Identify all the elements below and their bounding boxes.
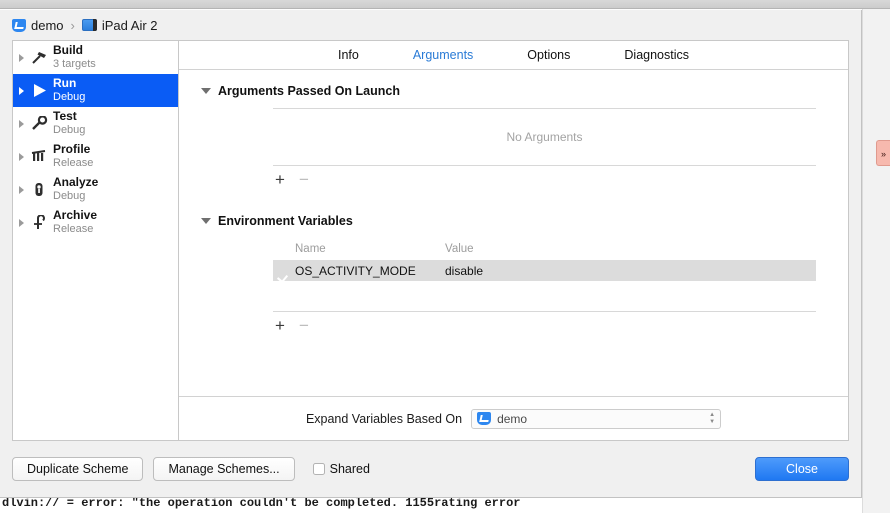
row-value-cell[interactable]: disable bbox=[445, 264, 483, 278]
environment-section-title: Environment Variables bbox=[218, 214, 353, 228]
remove-environment-variable-button[interactable]: − bbox=[299, 317, 309, 334]
disclosure-triangle-icon[interactable] bbox=[19, 186, 24, 194]
chevron-up-down-icon: ▲▼ bbox=[709, 413, 715, 425]
disclosure-triangle-down-icon[interactable] bbox=[201, 218, 211, 224]
tab-arguments[interactable]: Arguments bbox=[413, 48, 473, 62]
background-console-line: dlvin:// = error: "the operation couldn'… bbox=[0, 498, 862, 513]
breadcrumb-separator-icon: › bbox=[71, 18, 75, 33]
tab-bar: Info Arguments Options Diagnostics bbox=[179, 41, 848, 70]
environment-section-header[interactable]: Environment Variables bbox=[179, 214, 848, 228]
microscope-icon bbox=[29, 182, 49, 197]
ipad-icon bbox=[82, 19, 97, 31]
environment-table-controls: + − bbox=[273, 312, 816, 338]
arguments-table-controls: + − bbox=[273, 166, 816, 192]
sidebar-item-subtitle: Release bbox=[53, 223, 97, 236]
sidebar-item-title: Build bbox=[53, 44, 96, 58]
dialog-footer: Duplicate Scheme Manage Schemes... Share… bbox=[0, 441, 861, 497]
remove-argument-button[interactable]: − bbox=[299, 171, 309, 188]
environment-table-header: Name Value bbox=[273, 238, 816, 260]
expand-variables-dropdown[interactable]: demo ▲▼ bbox=[471, 409, 721, 429]
scheme-actions-sidebar: Build 3 targets Run Debug bbox=[12, 40, 178, 441]
background-notification-tab[interactable]: » bbox=[876, 140, 890, 166]
sidebar-item-subtitle: Debug bbox=[53, 124, 85, 137]
expand-variables-selected-value: demo bbox=[497, 412, 527, 426]
tab-info[interactable]: Info bbox=[338, 48, 359, 62]
shared-label: Shared bbox=[330, 462, 370, 476]
wrench-icon bbox=[29, 116, 49, 131]
scheme-editor-dialog: demo › iPad Air 2 Build 3 targets bbox=[0, 10, 862, 498]
arguments-empty-message: No Arguments bbox=[273, 109, 816, 165]
row-name-cell[interactable]: OS_ACTIVITY_MODE bbox=[295, 264, 445, 278]
add-argument-button[interactable]: + bbox=[275, 171, 285, 188]
tab-options[interactable]: Options bbox=[527, 48, 570, 62]
content-panel: Info Arguments Options Diagnostics Argum… bbox=[178, 40, 849, 441]
shared-checkbox-group[interactable]: Shared bbox=[313, 462, 370, 476]
column-header-value: Value bbox=[445, 243, 474, 255]
shield-icon bbox=[12, 19, 26, 32]
gauge-icon bbox=[29, 149, 49, 164]
disclosure-triangle-down-icon[interactable] bbox=[201, 88, 211, 94]
background-right-strip bbox=[862, 9, 890, 513]
sidebar-item-subtitle: 3 targets bbox=[53, 58, 96, 71]
expand-variables-bar: Expand Variables Based On demo ▲▼ bbox=[179, 396, 848, 440]
close-button[interactable]: Close bbox=[755, 457, 849, 481]
manage-schemes-button[interactable]: Manage Schemes... bbox=[153, 457, 294, 481]
archive-icon bbox=[29, 215, 49, 230]
breadcrumb-device-label: iPad Air 2 bbox=[102, 18, 158, 33]
sidebar-item-subtitle: Release bbox=[53, 157, 93, 170]
expand-variables-label: Expand Variables Based On bbox=[306, 412, 462, 426]
arguments-section-title: Arguments Passed On Launch bbox=[218, 84, 400, 98]
breadcrumb-scheme[interactable]: demo bbox=[12, 18, 64, 33]
sidebar-item-archive[interactable]: Archive Release bbox=[13, 206, 178, 239]
sidebar-item-title: Run bbox=[53, 77, 85, 91]
checkbox-unchecked-icon[interactable] bbox=[313, 463, 325, 475]
disclosure-triangle-icon[interactable] bbox=[19, 153, 24, 161]
column-header-name: Name bbox=[295, 243, 445, 255]
sidebar-item-build[interactable]: Build 3 targets bbox=[13, 41, 178, 74]
sidebar-item-profile[interactable]: Profile Release bbox=[13, 140, 178, 173]
background-title-bar bbox=[0, 0, 890, 9]
arguments-section-header[interactable]: Arguments Passed On Launch bbox=[179, 84, 848, 98]
environment-table: Name Value OS_ACTIVITY_MODE disable + bbox=[273, 238, 816, 338]
breadcrumb: demo › iPad Air 2 bbox=[0, 10, 861, 40]
breadcrumb-scheme-label: demo bbox=[31, 18, 64, 33]
sidebar-item-title: Test bbox=[53, 110, 85, 124]
duplicate-scheme-button[interactable]: Duplicate Scheme bbox=[12, 457, 143, 481]
add-environment-variable-button[interactable]: + bbox=[275, 317, 285, 334]
dialog-body: Build 3 targets Run Debug bbox=[0, 40, 861, 441]
sidebar-item-analyze[interactable]: Analyze Debug bbox=[13, 173, 178, 206]
arguments-scroll-area: Arguments Passed On Launch No Arguments … bbox=[179, 70, 848, 396]
disclosure-triangle-icon[interactable] bbox=[19, 87, 24, 95]
table-row[interactable]: OS_ACTIVITY_MODE disable bbox=[273, 260, 816, 281]
sidebar-item-title: Profile bbox=[53, 143, 93, 157]
sidebar-item-subtitle: Debug bbox=[53, 91, 85, 104]
table-empty-space bbox=[273, 281, 816, 311]
sidebar-item-test[interactable]: Test Debug bbox=[13, 107, 178, 140]
hammer-icon bbox=[29, 50, 49, 65]
shield-icon bbox=[477, 412, 491, 425]
disclosure-triangle-icon[interactable] bbox=[19, 219, 24, 227]
breadcrumb-device[interactable]: iPad Air 2 bbox=[82, 18, 158, 33]
tab-diagnostics[interactable]: Diagnostics bbox=[624, 48, 689, 62]
disclosure-triangle-icon[interactable] bbox=[19, 120, 24, 128]
disclosure-triangle-icon[interactable] bbox=[19, 54, 24, 62]
sidebar-item-title: Archive bbox=[53, 209, 97, 223]
sidebar-item-subtitle: Debug bbox=[53, 190, 98, 203]
arguments-table: No Arguments + − bbox=[273, 108, 816, 192]
sidebar-item-title: Analyze bbox=[53, 176, 98, 190]
sidebar-item-run[interactable]: Run Debug bbox=[13, 74, 178, 107]
play-icon bbox=[29, 83, 49, 98]
